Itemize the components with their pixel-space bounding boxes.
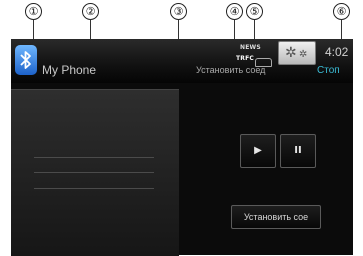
pause-button[interactable]: II xyxy=(280,134,316,168)
callout-row: ① ② ③ ④ ⑤ ⑥ xyxy=(0,0,363,72)
connect-button[interactable]: Установить сое xyxy=(231,205,321,229)
bluetooth-icon[interactable] xyxy=(15,45,37,75)
info-panel xyxy=(11,89,179,256)
play-button[interactable]: ▶ xyxy=(240,134,276,168)
play-icon: ▶ xyxy=(254,145,262,156)
info-line xyxy=(34,188,154,189)
news-icon: NEWS xyxy=(240,44,261,51)
callout-5: ⑤ xyxy=(246,3,263,20)
callout-2: ② xyxy=(82,3,99,20)
device-name: My Phone xyxy=(42,63,97,77)
gear-small-icon: ✲ xyxy=(299,49,308,60)
callout-1: ① xyxy=(25,3,42,20)
traffic-icon: TRFC xyxy=(236,55,255,62)
pause-icon: II xyxy=(294,145,302,156)
clock: 4:02 xyxy=(325,45,349,59)
status-bar: My Phone Установить соед NEWS TRFC ✲ ✲ 4… xyxy=(11,39,353,83)
settings-button[interactable]: ✲ ✲ xyxy=(278,41,316,65)
callout-6: ⑥ xyxy=(333,3,350,20)
info-line xyxy=(34,172,154,173)
car-icon xyxy=(255,58,272,67)
callout-3: ③ xyxy=(170,3,187,20)
info-line xyxy=(34,157,154,158)
gear-icon: ✲ xyxy=(285,45,297,61)
head-unit-screen: My Phone Установить соед NEWS TRFC ✲ ✲ 4… xyxy=(11,39,353,256)
stop-button[interactable]: Стоп xyxy=(317,65,340,76)
callout-4: ④ xyxy=(226,3,243,20)
